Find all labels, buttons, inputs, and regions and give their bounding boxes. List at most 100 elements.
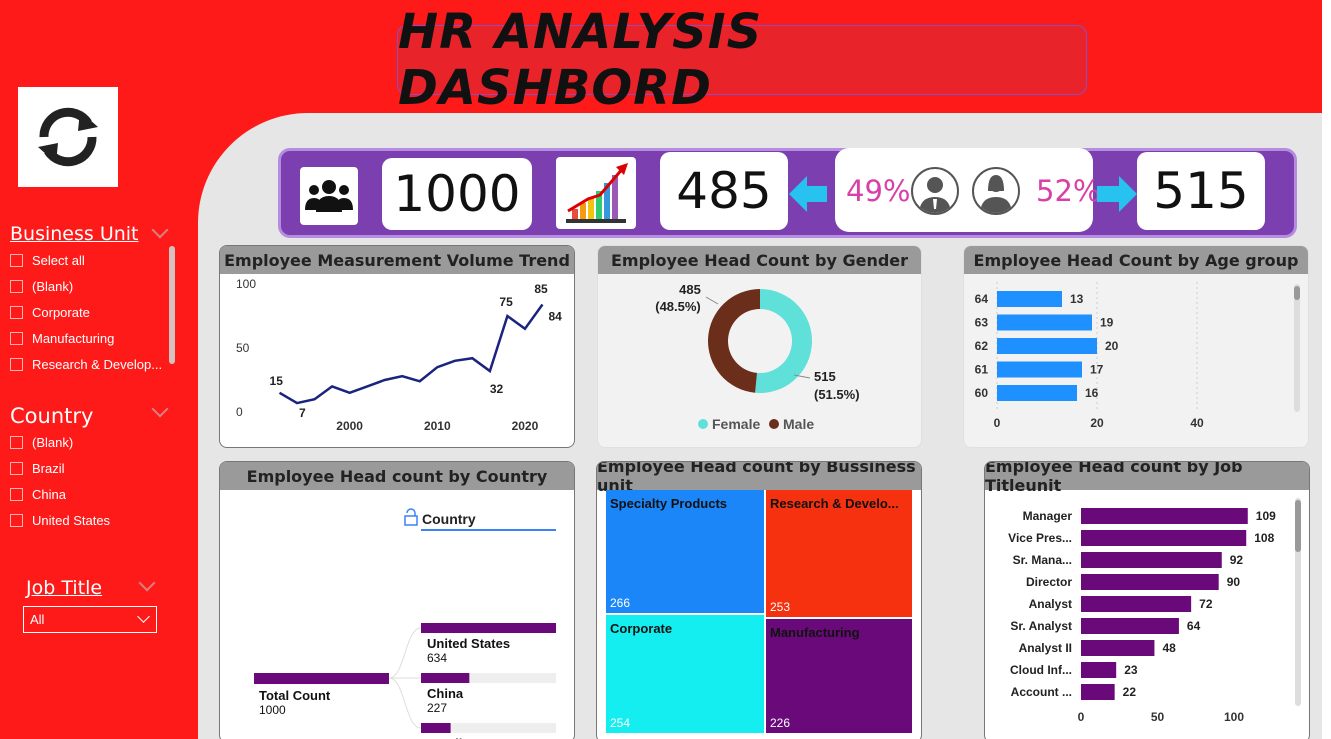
male-count-value: 485 bbox=[660, 152, 788, 230]
country-item-label: United States bbox=[32, 512, 111, 528]
job-bar-chart: Manager 109 Vice Pres... 108 Sr. Mana... 92 Di… bbox=[1008, 498, 1301, 724]
country-item[interactable]: United States bbox=[10, 510, 110, 530]
business-unit-item[interactable]: Manufacturing bbox=[10, 328, 114, 348]
legend-male-label: Male bbox=[783, 416, 814, 432]
job-title-chart-title: Employee Head count by Job Titleunit bbox=[985, 462, 1309, 495]
business-unit-treemap[interactable]: Specialty Products 266 Research & Develo..… bbox=[597, 490, 922, 739]
age-value-label: 19 bbox=[1100, 316, 1114, 330]
age-bar bbox=[997, 361, 1082, 378]
job-value-label: 92 bbox=[1230, 553, 1244, 567]
country-item[interactable]: China bbox=[10, 484, 66, 504]
country-item-label: China bbox=[32, 486, 66, 502]
job-title-chevron-icon[interactable] bbox=[138, 574, 156, 592]
age-label: 63 bbox=[975, 316, 989, 330]
refresh-button[interactable] bbox=[18, 87, 118, 187]
business-unit-item[interactable]: Research & Develop... bbox=[10, 354, 162, 374]
trend-data-label: 84 bbox=[548, 309, 562, 323]
x-tick-label: 50 bbox=[1151, 710, 1165, 724]
age-value-label: 20 bbox=[1105, 339, 1119, 353]
age-label: 64 bbox=[975, 292, 989, 306]
age-label: 61 bbox=[975, 363, 989, 377]
country-item[interactable]: Brazil bbox=[10, 458, 65, 478]
job-label: Manager bbox=[1023, 509, 1073, 523]
job-bar bbox=[1081, 684, 1115, 700]
job-bar bbox=[1081, 618, 1179, 634]
country-item-label: (Blank) bbox=[32, 434, 74, 450]
x-tick-label: 20 bbox=[1090, 416, 1104, 430]
treemap-tile-label: Specialty Products bbox=[610, 496, 727, 511]
male-pct-label: (48.5%) bbox=[655, 299, 701, 314]
checkbox[interactable] bbox=[10, 305, 23, 319]
scrollbar-thumb bbox=[1295, 500, 1301, 552]
treemap-tile-label: Manufacturing bbox=[770, 625, 860, 640]
child-bar bbox=[421, 673, 470, 683]
business-unit-item[interactable]: Select all bbox=[10, 250, 85, 270]
job-label: Account ... bbox=[1011, 685, 1072, 699]
job-bar bbox=[1081, 662, 1117, 678]
child-bar bbox=[421, 723, 451, 733]
tree-connector bbox=[388, 627, 422, 679]
job-card: Employee Head count by Job Titleunit Man… bbox=[984, 461, 1310, 739]
trend-data-label: 7 bbox=[299, 406, 306, 420]
y-tick-label: 0 bbox=[236, 405, 243, 419]
female-pct-label: (51.5%) bbox=[814, 387, 860, 402]
legend-female-label: Female bbox=[712, 416, 760, 432]
age-value-label: 17 bbox=[1090, 363, 1104, 377]
job-title-dropdown[interactable]: All bbox=[23, 606, 157, 633]
job-bar bbox=[1081, 530, 1247, 546]
country-item-label: Brazil bbox=[32, 460, 65, 476]
business-unit-title: Employee Head count by Bussiness unit bbox=[597, 462, 921, 495]
dashboard-title-box: HR ANALYSIS DASHBORD bbox=[397, 4, 1087, 116]
trend-data-label: 85 bbox=[534, 282, 548, 296]
job-title-selected: All bbox=[30, 612, 45, 627]
lock-icon-body bbox=[404, 515, 418, 526]
job-value-label: 48 bbox=[1162, 641, 1176, 655]
child-value: 227 bbox=[427, 701, 447, 715]
age-value-label: 13 bbox=[1070, 292, 1084, 306]
dropdown-chevron-icon bbox=[137, 610, 150, 623]
job-value-label: 108 bbox=[1254, 531, 1274, 545]
job-bar bbox=[1081, 640, 1155, 656]
x-tick-label: 0 bbox=[994, 416, 1001, 430]
dashboard-title: HR ANALYSIS DASHBORD bbox=[398, 4, 763, 116]
checkbox[interactable] bbox=[10, 357, 23, 371]
country-decomposition-tree[interactable]: Country Total Count1000 United States634 Ch… bbox=[220, 490, 575, 739]
job-label: Cloud Inf... bbox=[1010, 663, 1072, 677]
job-value-label: 72 bbox=[1199, 597, 1213, 611]
child-label: United States bbox=[427, 636, 510, 651]
job-value-label: 22 bbox=[1123, 685, 1137, 699]
checkbox[interactable] bbox=[10, 461, 23, 475]
y-tick-label: 50 bbox=[236, 341, 250, 355]
country-title: Employee Head count by Country bbox=[220, 462, 574, 490]
x-tick-label: 100 bbox=[1224, 710, 1244, 724]
checkbox[interactable] bbox=[10, 513, 23, 527]
country-slicer-label: Country bbox=[422, 511, 476, 527]
trend-card: Employee Measurement Volume Trend 100 50 0… bbox=[219, 245, 575, 448]
age-value-label: 16 bbox=[1085, 386, 1099, 400]
country-item[interactable]: (Blank) bbox=[10, 432, 73, 452]
x-tick-label: 2000 bbox=[336, 419, 363, 433]
male-pct: 49% bbox=[846, 174, 911, 208]
arrow-right-icon bbox=[1097, 176, 1137, 212]
age-label: 62 bbox=[975, 339, 989, 353]
arrow-left-icon bbox=[789, 176, 827, 212]
business-unit-item[interactable]: Corporate bbox=[10, 302, 90, 322]
business-unit-chevron-icon[interactable] bbox=[151, 221, 169, 239]
country-card: Employee Head count by Country Country To… bbox=[219, 461, 575, 739]
y-tick-label: 100 bbox=[236, 277, 256, 291]
checkbox[interactable] bbox=[10, 487, 23, 501]
business-unit-item[interactable]: (Blank) bbox=[10, 276, 73, 296]
male-count-label: 485 bbox=[679, 282, 701, 297]
job-value-label: 23 bbox=[1124, 663, 1138, 677]
checkbox[interactable] bbox=[10, 279, 23, 293]
child-value: 634 bbox=[427, 651, 447, 665]
business-unit-item-label: (Blank) bbox=[32, 278, 74, 294]
job-bar bbox=[1081, 552, 1222, 568]
treemap-tile-value: 253 bbox=[770, 600, 790, 614]
checkbox[interactable] bbox=[10, 435, 23, 449]
country-chevron-icon[interactable] bbox=[151, 400, 169, 418]
checkbox[interactable] bbox=[10, 331, 23, 345]
trend-data-label: 75 bbox=[499, 295, 513, 309]
checkbox[interactable] bbox=[10, 253, 23, 267]
business-unit-scrollbar[interactable] bbox=[169, 246, 175, 364]
